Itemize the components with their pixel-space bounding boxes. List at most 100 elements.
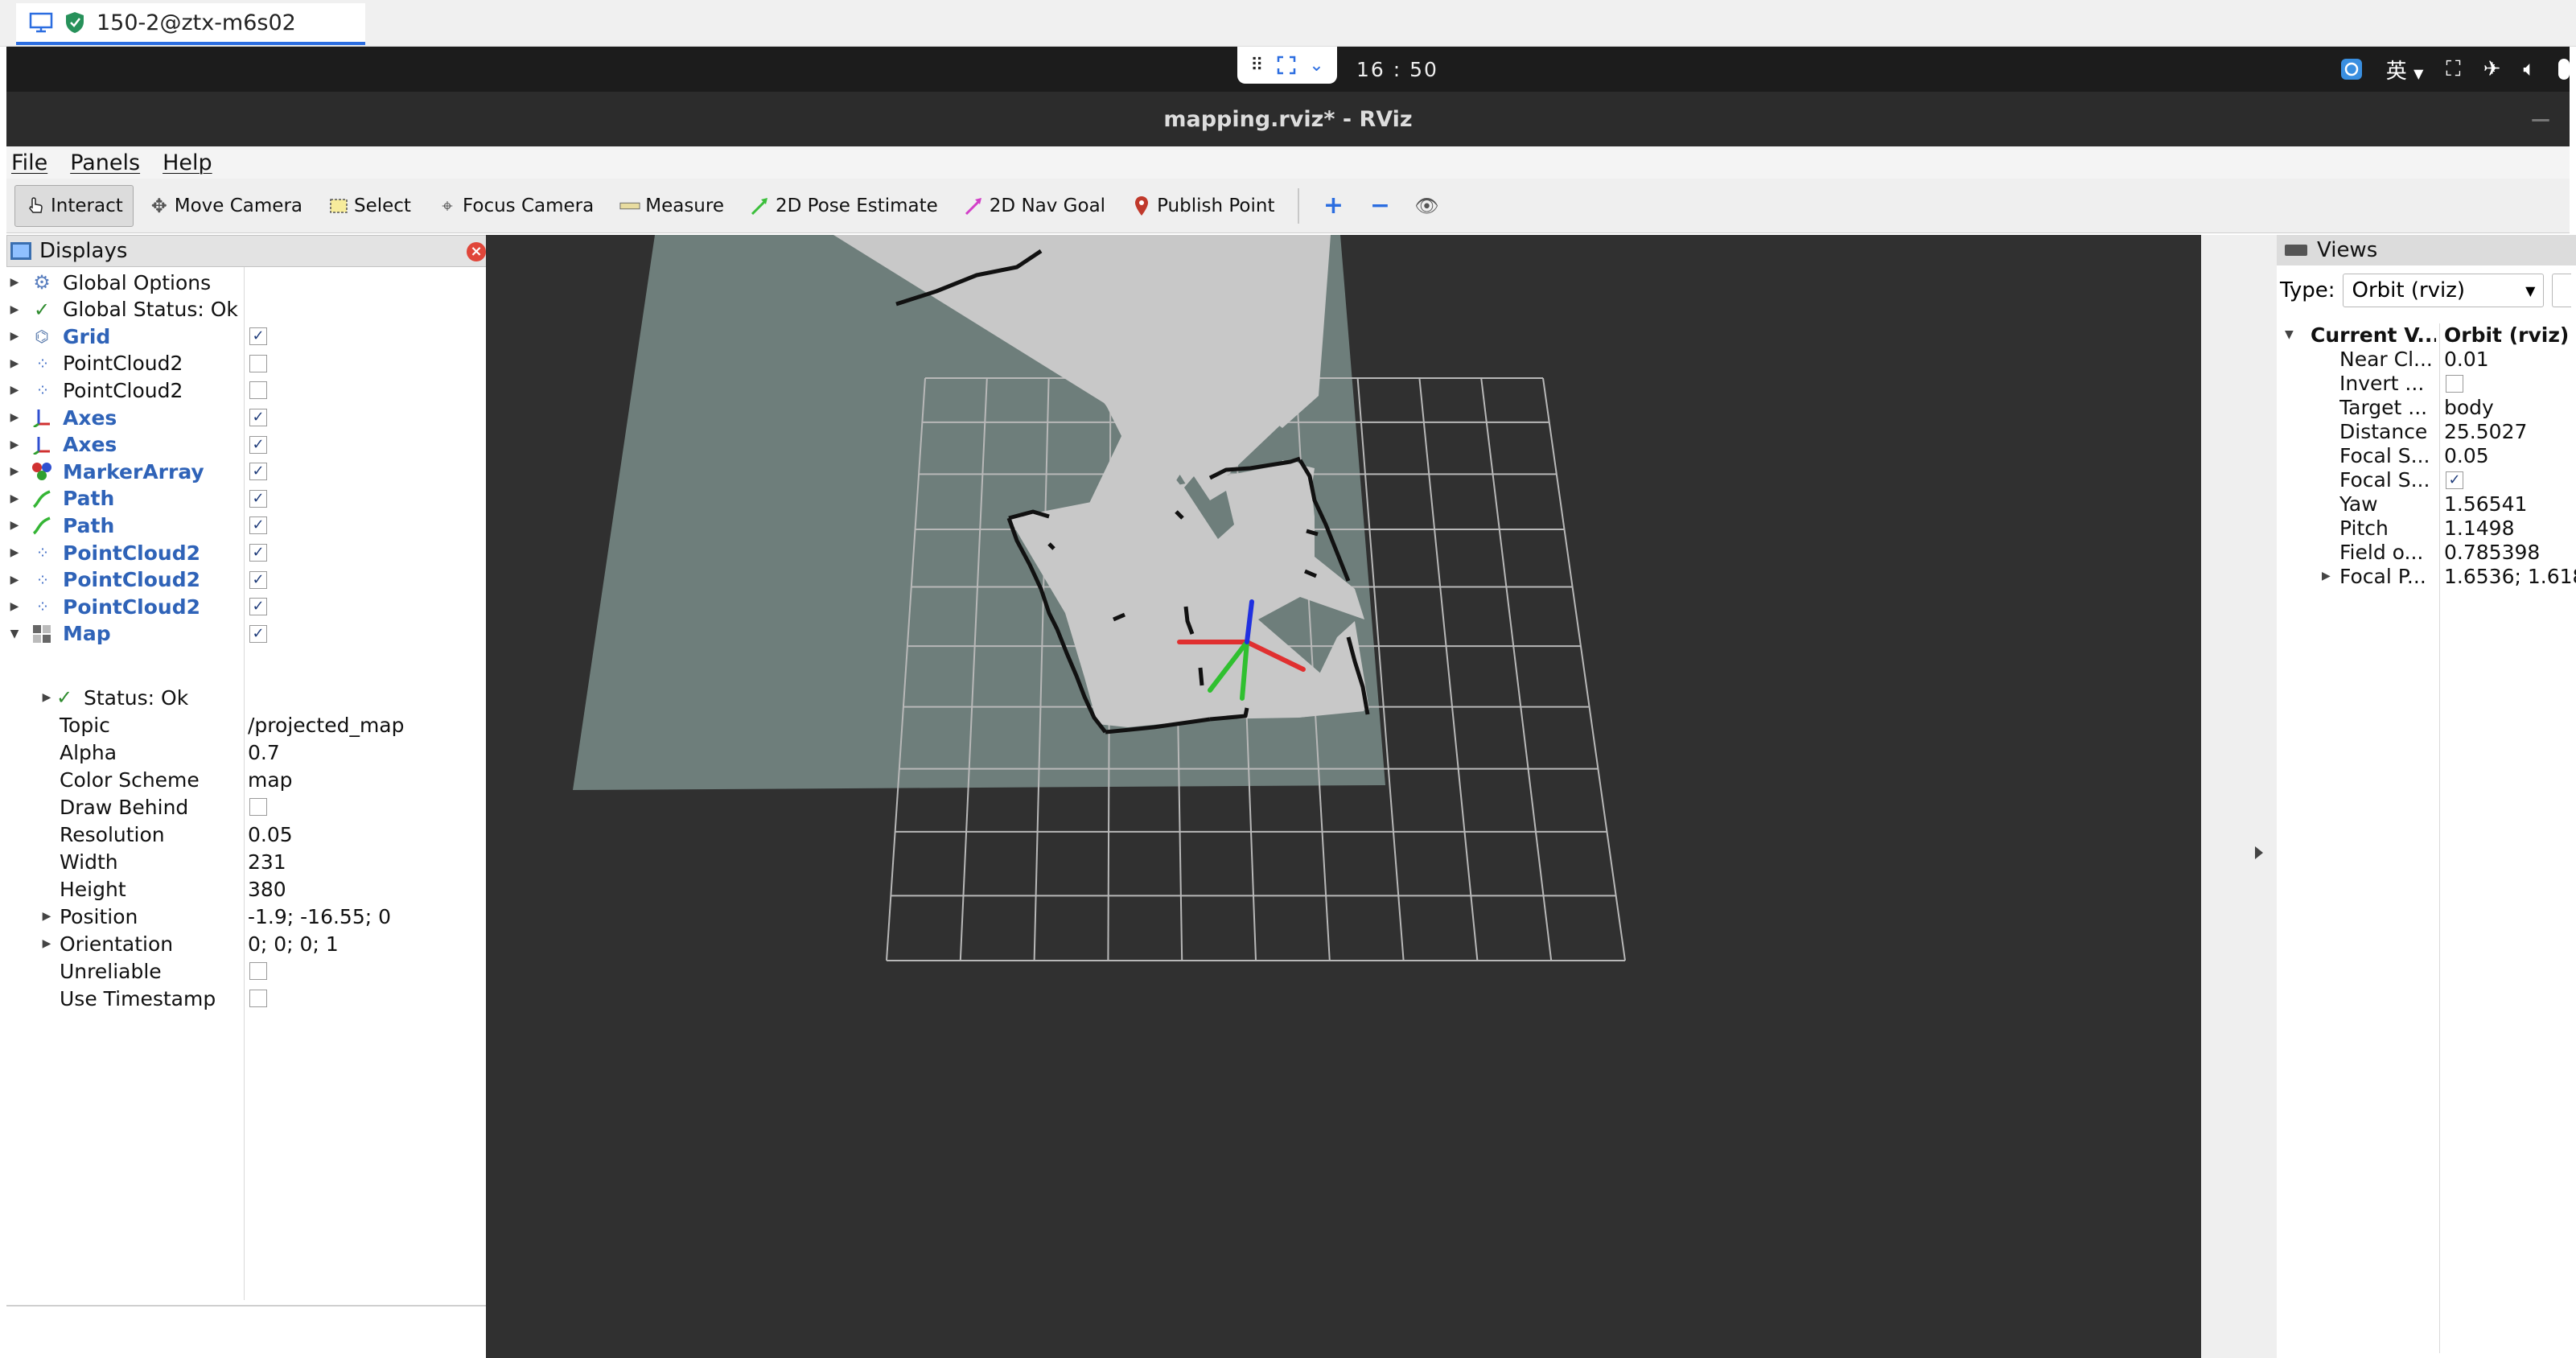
menu-help[interactable]: Help	[163, 150, 212, 175]
view-prop-value[interactable]: 1.1498	[2444, 516, 2514, 540]
display-item[interactable]: ▶ ⁘ PointCloud2	[6, 377, 491, 404]
prop-value[interactable]: 231	[248, 850, 286, 874]
display-item[interactable]: ▶ Axes ✓	[6, 404, 491, 431]
display-enable-checkbox[interactable]: ✓	[249, 570, 267, 589]
view-prop-row[interactable]: Focal S... ✓	[2277, 468, 2576, 492]
view-prop-value[interactable]: 0.785398	[2444, 541, 2540, 564]
nav-goal-tool-button[interactable]: 2D Nav Goal	[953, 185, 1116, 227]
zero-button[interactable]	[2552, 274, 2572, 307]
measure-tool-button[interactable]: Measure	[609, 185, 735, 227]
fullscreen-icon[interactable]	[1277, 56, 1296, 75]
prop-unreliable[interactable]: Unreliable	[6, 957, 491, 985]
display-item[interactable]: ▶ ⚙ Global Options	[6, 269, 491, 296]
prop-orientation[interactable]: ▶ Orientation 0; 0; 0; 1	[6, 930, 491, 957]
view-prop-row[interactable]: Focal S... 0.05	[2277, 444, 2576, 468]
expand-arrow-icon[interactable]: ▶	[8, 357, 21, 370]
menu-panels[interactable]: Panels	[70, 150, 140, 175]
display-enable-checkbox[interactable]	[249, 354, 267, 372]
display-enable-checkbox[interactable]: ✓	[249, 489, 267, 508]
prop-value[interactable]: 0; 0; 0; 1	[248, 932, 339, 956]
view-prop-value[interactable]: 1.6536; 1.618	[2444, 565, 2576, 588]
current-view-row[interactable]: ▼ Current V... Orbit (rviz)	[2277, 323, 2576, 348]
panel-splitter[interactable]	[2201, 235, 2277, 1358]
unreliable-checkbox[interactable]	[249, 962, 267, 980]
view-prop-value[interactable]: 1.56541	[2444, 492, 2527, 516]
expand-arrow-icon[interactable]: ▶	[8, 384, 21, 397]
display-item[interactable]: ▶ ⁘ PointCloud2 ✓	[6, 593, 491, 620]
view-prop-row[interactable]: Near Cl... 0.01	[2277, 348, 2576, 372]
view-prop-row[interactable]: Pitch 1.1498	[2277, 516, 2576, 541]
display-item[interactable]: ▶ Path ✓	[6, 512, 491, 539]
session-tab[interactable]: 150-2@ztx-m6s02	[16, 3, 365, 45]
expand-arrow-icon[interactable]: ▶	[8, 303, 21, 316]
publish-point-tool-button[interactable]: Publish Point	[1121, 185, 1285, 227]
prop-width[interactable]: Width 231	[6, 848, 491, 875]
expand-arrow-icon[interactable]: ▶	[8, 330, 21, 343]
collapse-arrow-icon[interactable]	[2255, 846, 2263, 859]
view-prop-row[interactable]: ▶ Focal P... 1.6536; 1.618	[2277, 565, 2576, 589]
display-enable-checkbox[interactable]: ✓	[249, 624, 267, 643]
interact-tool-button[interactable]: Interact	[14, 184, 134, 227]
prop-value[interactable]: 380	[248, 878, 286, 901]
view-prop-value[interactable]: body	[2444, 396, 2494, 419]
move-camera-tool-button[interactable]: ✥ Move Camera	[138, 185, 313, 227]
expand-arrow-icon[interactable]: ▶	[8, 546, 21, 559]
focus-camera-tool-button[interactable]: ⌖ Focus Camera	[426, 185, 604, 227]
display-enable-checkbox[interactable]: ✓	[249, 409, 267, 426]
volume-icon[interactable]: 🔈︎	[2523, 57, 2536, 82]
input-method[interactable]: 英 ▼	[2386, 55, 2424, 84]
chevron-down-icon[interactable]: ⌄	[1309, 56, 1323, 76]
prop-color-scheme[interactable]: Color Scheme map	[6, 766, 491, 793]
view-prop-row[interactable]: Field o... 0.785398	[2277, 541, 2576, 565]
prop-position[interactable]: ▶ Position -1.9; -16.55; 0	[6, 903, 491, 930]
clock[interactable]: 16 : 50	[1356, 58, 1438, 81]
view-prop-checkbox[interactable]: ✓	[2446, 471, 2463, 489]
display-enable-checkbox[interactable]: ✓	[249, 327, 267, 346]
airplane-icon[interactable]: ✈	[2483, 57, 2501, 81]
expand-arrow-icon[interactable]: ▶	[8, 276, 21, 289]
draw-behind-checkbox[interactable]	[249, 798, 267, 816]
map-status-row[interactable]: ▶ ✓ Status: Ok	[6, 684, 491, 711]
display-enable-checkbox[interactable]: ✓	[249, 544, 267, 562]
expand-arrow-icon[interactable]: ▶	[8, 492, 21, 505]
expand-arrow-icon[interactable]: ▶	[8, 600, 21, 613]
view-prop-checkbox[interactable]	[2446, 375, 2463, 393]
menu-file[interactable]: File	[11, 150, 47, 175]
display-enable-checkbox[interactable]: ✓	[249, 463, 267, 481]
view-prop-value[interactable]: 0.05	[2444, 444, 2489, 467]
prop-resolution[interactable]: Resolution 0.05	[6, 821, 491, 848]
prop-value[interactable]: 0.7	[248, 741, 280, 764]
expand-arrow-icon[interactable]: ▶	[8, 519, 21, 532]
remove-tool-button[interactable]: −	[1359, 185, 1401, 227]
display-item[interactable]: ▶ ⁘ PointCloud2 ✓	[6, 539, 491, 566]
display-item[interactable]: ▶ ⁘ PointCloud2	[6, 350, 491, 377]
view-type-select[interactable]: Orbit (rviz) ▼	[2343, 274, 2545, 307]
render-viewport[interactable]	[486, 235, 2201, 1358]
display-enable-checkbox[interactable]: ✓	[249, 598, 267, 616]
expand-arrow-icon[interactable]: ▶	[8, 411, 21, 424]
prop-draw-behind[interactable]: Draw Behind	[6, 793, 491, 821]
prop-topic[interactable]: Topic/projected_map	[6, 711, 491, 739]
use-timestamp-checkbox[interactable]	[249, 990, 267, 1007]
prop-height[interactable]: Height 380	[6, 875, 491, 903]
expand-arrow-icon[interactable]: ▶	[40, 910, 53, 923]
collapse-arrow-icon[interactable]: ▼	[8, 628, 21, 640]
display-item[interactable]: ▶ ⌬ Grid ✓	[6, 323, 491, 350]
expand-arrow-icon[interactable]: ▶	[8, 465, 21, 478]
prop-value[interactable]: /projected_map	[248, 714, 404, 737]
prop-value[interactable]: 0.05	[248, 823, 293, 846]
prop-use-timestamp[interactable]: Use Timestamp	[6, 985, 491, 1012]
display-item[interactable]: ▶ ⁘ PointCloud2 ✓	[6, 566, 491, 594]
display-item[interactable]: ▶ Axes ✓	[6, 431, 491, 459]
prop-value[interactable]: map	[248, 768, 293, 792]
expand-arrow-icon[interactable]: ▶	[8, 438, 21, 451]
view-prop-row[interactable]: Yaw 1.56541	[2277, 492, 2576, 516]
microphone-icon[interactable]	[2558, 59, 2570, 80]
expand-arrow-icon[interactable]: ▶	[8, 574, 21, 586]
display-enable-checkbox[interactable]: ✓	[249, 435, 267, 454]
display-item[interactable]: ▶ MarkerArray ✓	[6, 458, 491, 485]
close-icon[interactable]: ×	[467, 242, 486, 261]
expand-arrow-icon[interactable]: ▶	[2322, 570, 2331, 582]
select-tool-button[interactable]: Select	[318, 185, 422, 227]
add-tool-button[interactable]: +	[1312, 185, 1354, 227]
